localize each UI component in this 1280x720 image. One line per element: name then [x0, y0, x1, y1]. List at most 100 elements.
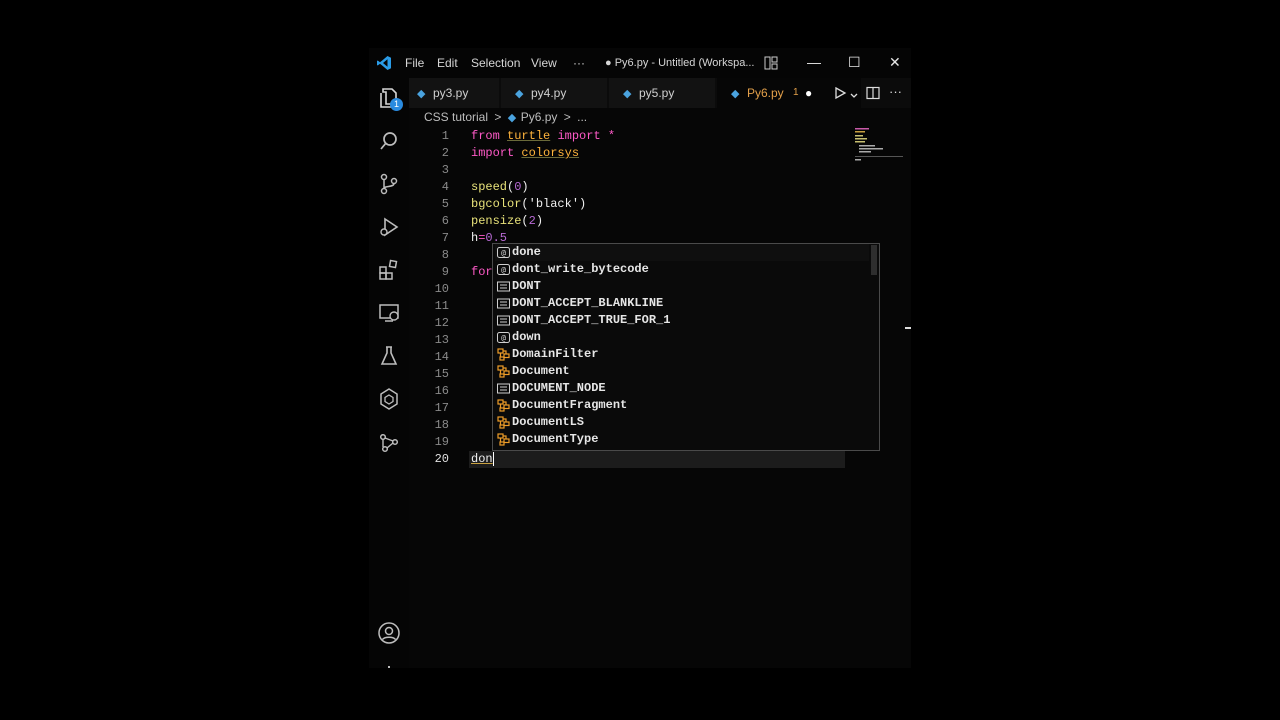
- line-number: 16: [434, 384, 449, 398]
- vscode-logo-icon: [376, 55, 392, 71]
- code-line-9: for: [471, 265, 493, 279]
- explorer-badge: 1: [390, 98, 403, 111]
- line-number: 15: [434, 367, 449, 381]
- line-number: 2: [441, 146, 449, 160]
- breadcrumb-file[interactable]: Py6.py: [521, 110, 558, 124]
- module-name: turtle: [507, 129, 551, 143]
- class-icon: [497, 348, 510, 361]
- tab-py5[interactable]: ◆ py5.py: [609, 78, 715, 108]
- suggestion-item[interactable]: @ done: [495, 244, 869, 261]
- suggestion-label: down: [512, 330, 541, 344]
- suggestion-label: DONT_ACCEPT_TRUE_FOR_1: [512, 313, 671, 327]
- autocomplete-popup: @ done @ dont_write_bytecode DONT DONT_ACCEPT…: [492, 243, 880, 451]
- suggestion-item[interactable]: @ down: [495, 329, 869, 346]
- line-number: 1: [441, 129, 449, 143]
- git-graph-icon[interactable]: [377, 430, 401, 454]
- number: 2: [528, 214, 536, 228]
- split-editor-icon[interactable]: [866, 86, 880, 100]
- svg-text:@: @: [501, 266, 506, 275]
- tab-bar: ◆ py3.py ◆ py4.py ◆ py5.py ◆ Py6.py 1 ● ···: [409, 78, 911, 108]
- docker-icon[interactable]: [377, 387, 401, 411]
- suggestion-item[interactable]: DocumentType: [495, 431, 869, 448]
- svg-text:@: @: [501, 249, 506, 258]
- suggestion-item[interactable]: Document: [495, 363, 869, 380]
- suggest-scrollbar[interactable]: [871, 245, 877, 275]
- breadcrumb-folder[interactable]: CSS tutorial: [424, 110, 488, 124]
- suggestion-item[interactable]: DocumentLS: [495, 414, 869, 431]
- explorer-icon[interactable]: 1: [377, 86, 403, 111]
- keyword: import: [471, 146, 515, 160]
- layout-icon[interactable]: [764, 56, 778, 70]
- more-actions-icon[interactable]: ···: [889, 84, 902, 99]
- run-file-icon[interactable]: [833, 86, 847, 100]
- operator: *: [607, 129, 616, 143]
- suggestion-item[interactable]: DONT: [495, 278, 869, 295]
- line-number: 9: [441, 265, 449, 279]
- line-number: 4: [441, 180, 449, 194]
- suggestion-item[interactable]: DONT_ACCEPT_TRUE_FOR_1: [495, 312, 869, 329]
- typed-text: don: [471, 452, 493, 467]
- paren: ): [535, 214, 544, 228]
- keyword: from: [471, 129, 500, 143]
- menu-edit[interactable]: Edit: [437, 56, 458, 70]
- remote-explorer-icon[interactable]: [377, 301, 401, 325]
- python-file-icon: ◆: [515, 88, 524, 100]
- maximize-button[interactable]: ☐: [848, 54, 861, 71]
- line-number: 19: [434, 435, 449, 449]
- run-debug-icon[interactable]: [377, 215, 401, 239]
- source-control-icon[interactable]: [377, 172, 401, 196]
- suggestion-item[interactable]: DomainFilter: [495, 346, 869, 363]
- tab-label: py3.py: [433, 86, 469, 100]
- tab-py3[interactable]: ◆ py3.py: [409, 78, 499, 108]
- minimize-button[interactable]: —: [807, 54, 821, 70]
- class-icon: [497, 416, 510, 429]
- line-number-active: 20: [434, 452, 449, 466]
- suggestion-label: DONT_ACCEPT_BLANKLINE: [512, 296, 664, 310]
- class-icon: [497, 365, 510, 378]
- keyword: import: [557, 129, 601, 143]
- chevron-down-icon[interactable]: [849, 88, 859, 98]
- constant-icon: [497, 280, 510, 293]
- scrollbar-thumb[interactable]: [905, 327, 911, 329]
- code-line-20: don: [471, 452, 494, 466]
- tab-py4[interactable]: ◆ py4.py: [501, 78, 607, 108]
- menu-file[interactable]: File: [405, 56, 424, 70]
- search-icon[interactable]: [377, 129, 401, 153]
- function-icon: @: [497, 263, 510, 276]
- line-number: 13: [434, 333, 449, 347]
- line-number: 12: [434, 316, 449, 330]
- accounts-icon[interactable]: [377, 621, 401, 645]
- extensions-icon[interactable]: [377, 258, 401, 282]
- line-number: 14: [434, 350, 449, 364]
- settings-gear-icon[interactable]: [377, 664, 401, 668]
- tab-label: py5.py: [639, 86, 675, 100]
- breadcrumb-separator: >: [494, 110, 502, 124]
- menu-more[interactable]: ···: [573, 56, 585, 70]
- close-button[interactable]: ✕: [889, 54, 901, 71]
- string: 'black': [528, 197, 580, 211]
- suggestion-label: DONT: [512, 279, 541, 293]
- code-line-1: from turtle import *: [471, 129, 615, 143]
- suggestion-item[interactable]: DOCUMENT_NODE: [495, 380, 869, 397]
- suggestion-item[interactable]: DONT_ACCEPT_BLANKLINE: [495, 295, 869, 312]
- svg-text:@: @: [501, 334, 506, 343]
- function-icon: @: [497, 246, 510, 259]
- unsaved-dot-icon[interactable]: ●: [805, 78, 812, 108]
- suggestion-item[interactable]: @ dont_write_bytecode: [495, 261, 869, 278]
- function-name: speed: [471, 180, 508, 194]
- testing-icon[interactable]: [377, 344, 401, 368]
- window-title: ● Py6.py - Untitled (Workspa...: [605, 57, 755, 69]
- breadcrumb-tail[interactable]: ...: [577, 110, 587, 124]
- python-file-icon: ◆: [623, 88, 632, 100]
- menu-selection[interactable]: Selection: [471, 56, 520, 70]
- menu-view[interactable]: View: [531, 56, 557, 70]
- suggestion-label: DocumentFragment: [512, 398, 628, 412]
- module-name: colorsys: [521, 146, 580, 160]
- suggestion-label: DocumentLS: [512, 415, 585, 429]
- paren: (: [521, 197, 529, 211]
- suggestion-item[interactable]: DocumentFragment: [495, 397, 869, 414]
- line-number: 17: [434, 401, 449, 415]
- python-file-icon: ◆: [417, 88, 426, 100]
- code-line-6: pensize(2): [471, 214, 543, 228]
- line-number: 7: [441, 231, 449, 245]
